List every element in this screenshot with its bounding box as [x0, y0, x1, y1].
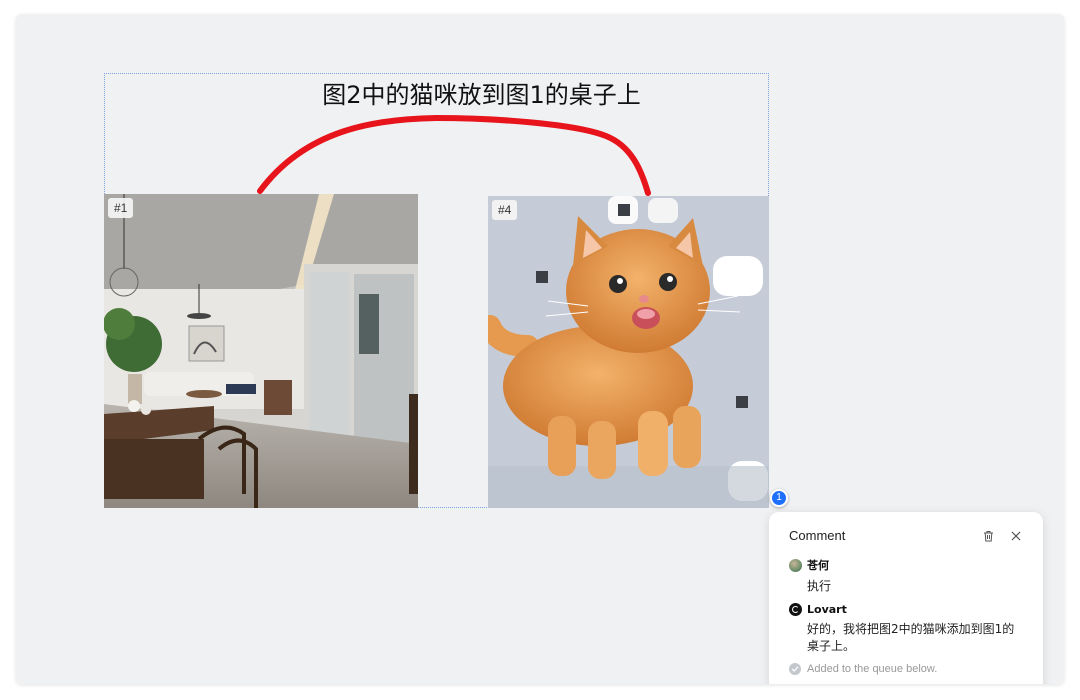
comment-header: Comment — [789, 528, 1023, 543]
trash-icon[interactable] — [981, 529, 995, 543]
canvas-image-1[interactable]: #1 — [104, 194, 418, 508]
orange-kitten-image — [488, 196, 769, 508]
queue-status: Added to the queue below. — [789, 663, 1023, 675]
canvas-image-4[interactable]: #4 — [488, 196, 769, 508]
image-tag-4: #4 — [492, 200, 518, 220]
comment-text: 好的，我将把图2中的猫咪添加到图1的桌子上。 — [807, 622, 1015, 653]
comment-text: 执行 — [807, 579, 832, 593]
comment-panel: Comment 苍何 执行 Lovart 好的，我将把图2中的猫咪添加到图1的桌… — [769, 512, 1043, 684]
author-name: Lovart — [807, 603, 847, 616]
comment-author: Lovart — [789, 603, 1023, 616]
comment-actions — [981, 529, 1023, 543]
instruction-text[interactable]: 图2中的猫咪放到图1的桌子上 — [104, 75, 859, 110]
close-icon[interactable] — [1009, 529, 1023, 543]
comment-author: 苍何 — [789, 557, 1023, 573]
user-avatar — [789, 558, 802, 572]
check-icon — [789, 663, 801, 675]
comment-entry: Lovart 好的，我将把图2中的猫咪添加到图1的桌子上。 — [789, 603, 1023, 655]
lovart-logo-icon — [789, 603, 802, 616]
app-frame: 图2中的猫咪放到图1的桌子上 #1 #4 1 Comment 苍何 执行 Lov… — [16, 14, 1064, 684]
comment-pin[interactable]: 1 — [770, 489, 788, 507]
image-tag-1: #1 — [108, 198, 134, 218]
interior-room-image — [104, 194, 418, 508]
author-name: 苍何 — [807, 559, 829, 572]
comment-title: Comment — [789, 528, 846, 543]
comment-entry: 苍何 执行 — [789, 557, 1023, 595]
status-text: Added to the queue below. — [807, 663, 938, 675]
